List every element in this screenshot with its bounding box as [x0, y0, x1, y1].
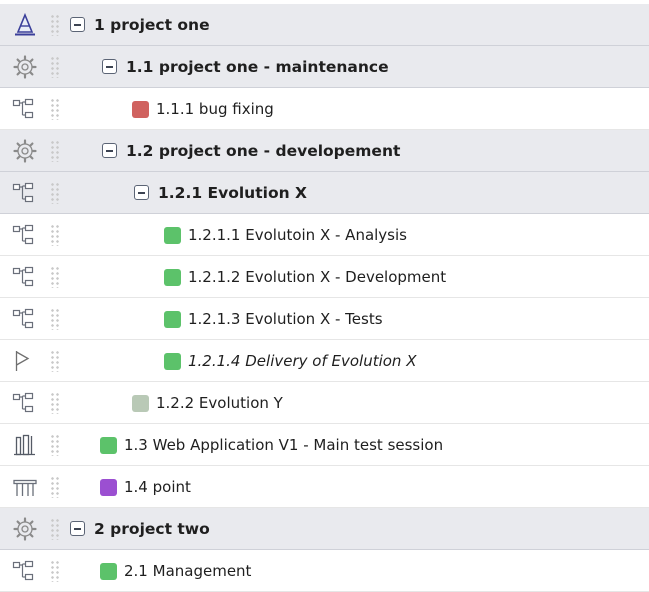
tree-row[interactable]: 1 project one: [0, 4, 649, 46]
tree-row-label: 1.2.2 Evolution Y: [156, 394, 283, 412]
collapse-toggle-icon[interactable]: [70, 521, 85, 536]
tree-row[interactable]: 1.1.1 bug fixing: [0, 88, 649, 130]
table-icon: [12, 475, 38, 499]
hierarchy-icon: [12, 223, 38, 247]
tree-row[interactable]: 2.1 Management: [0, 550, 649, 592]
collapse-toggle-icon[interactable]: [70, 17, 85, 32]
drag-handle-icon[interactable]: [50, 266, 60, 288]
tree-row-label: 1.2.1.3 Evolution X - Tests: [188, 310, 383, 328]
drag-handle-icon[interactable]: [50, 308, 60, 330]
tree-row-label: 1.1.1 bug fixing: [156, 100, 274, 118]
status-color-swatch: [132, 101, 149, 118]
drag-handle-icon[interactable]: [50, 350, 60, 372]
lab-icon: [12, 433, 38, 457]
gear-icon: [12, 517, 38, 541]
drag-handle-icon[interactable]: [50, 224, 60, 246]
drag-handle-icon[interactable]: [50, 476, 60, 498]
tree-row-label: 1.2.1.2 Evolution X - Development: [188, 268, 447, 286]
drag-handle-icon[interactable]: [50, 56, 60, 78]
tree-row[interactable]: 1.2 project one - developement: [0, 130, 649, 172]
wbs-tree: 1 project one 1.1 project one - maintenan…: [0, 0, 649, 592]
hierarchy-icon: [12, 391, 38, 415]
drag-handle-icon[interactable]: [50, 140, 60, 162]
hierarchy-icon: [12, 181, 38, 205]
tree-row[interactable]: 1.4 point: [0, 466, 649, 508]
tree-row-label: 1.2.1.1 Evolutoin X - Analysis: [188, 226, 407, 244]
tree-row-label: 1.3 Web Application V1 - Main test sessi…: [124, 436, 444, 454]
tree-row[interactable]: 1.2.1.2 Evolution X - Development: [0, 256, 649, 298]
tree-row[interactable]: 1.2.1.1 Evolutoin X - Analysis: [0, 214, 649, 256]
pyramid-icon: [12, 12, 38, 37]
status-color-swatch: [164, 269, 181, 286]
tree-row[interactable]: 1.2.1.4 Delivery of Evolution X: [0, 340, 649, 382]
tree-row-label: 1.4 point: [124, 478, 191, 496]
status-color-swatch: [164, 227, 181, 244]
tree-row-label: 2 project two: [94, 520, 210, 538]
drag-handle-icon[interactable]: [50, 98, 60, 120]
tree-row[interactable]: 2 project two: [0, 508, 649, 550]
status-color-swatch: [164, 311, 181, 328]
drag-handle-icon[interactable]: [50, 182, 60, 204]
drag-handle-icon[interactable]: [50, 518, 60, 540]
gear-icon: [12, 139, 38, 163]
status-color-swatch: [132, 395, 149, 412]
collapse-toggle-icon[interactable]: [102, 59, 117, 74]
gear-icon: [12, 55, 38, 79]
hierarchy-icon: [12, 97, 38, 121]
status-color-swatch: [164, 353, 181, 370]
tree-row-label: 1 project one: [94, 16, 210, 34]
status-color-swatch: [100, 437, 117, 454]
collapse-toggle-icon[interactable]: [134, 185, 149, 200]
drag-handle-icon[interactable]: [50, 14, 60, 36]
tree-row[interactable]: 1.2.1.3 Evolution X - Tests: [0, 298, 649, 340]
tree-row[interactable]: 1.1 project one - maintenance: [0, 46, 649, 88]
hierarchy-icon: [12, 559, 38, 583]
tree-row[interactable]: 1.2.1 Evolution X: [0, 172, 649, 214]
status-color-swatch: [100, 479, 117, 496]
drag-handle-icon[interactable]: [50, 392, 60, 414]
status-color-swatch: [100, 563, 117, 580]
tree-row-label: 1.2 project one - developement: [126, 142, 401, 160]
drag-handle-icon[interactable]: [50, 560, 60, 582]
hierarchy-icon: [12, 265, 38, 289]
tree-row[interactable]: 1.3 Web Application V1 - Main test sessi…: [0, 424, 649, 466]
hierarchy-icon: [12, 307, 38, 331]
tree-row-label: 1.1 project one - maintenance: [126, 58, 389, 76]
tree-row[interactable]: 1.2.2 Evolution Y: [0, 382, 649, 424]
collapse-toggle-icon[interactable]: [102, 143, 117, 158]
tree-row-label: 1.2.1 Evolution X: [158, 184, 307, 202]
flag-icon: [12, 349, 38, 373]
tree-row-label: 1.2.1.4 Delivery of Evolution X: [188, 352, 417, 370]
drag-handle-icon[interactable]: [50, 434, 60, 456]
tree-row-label: 2.1 Management: [124, 562, 252, 580]
